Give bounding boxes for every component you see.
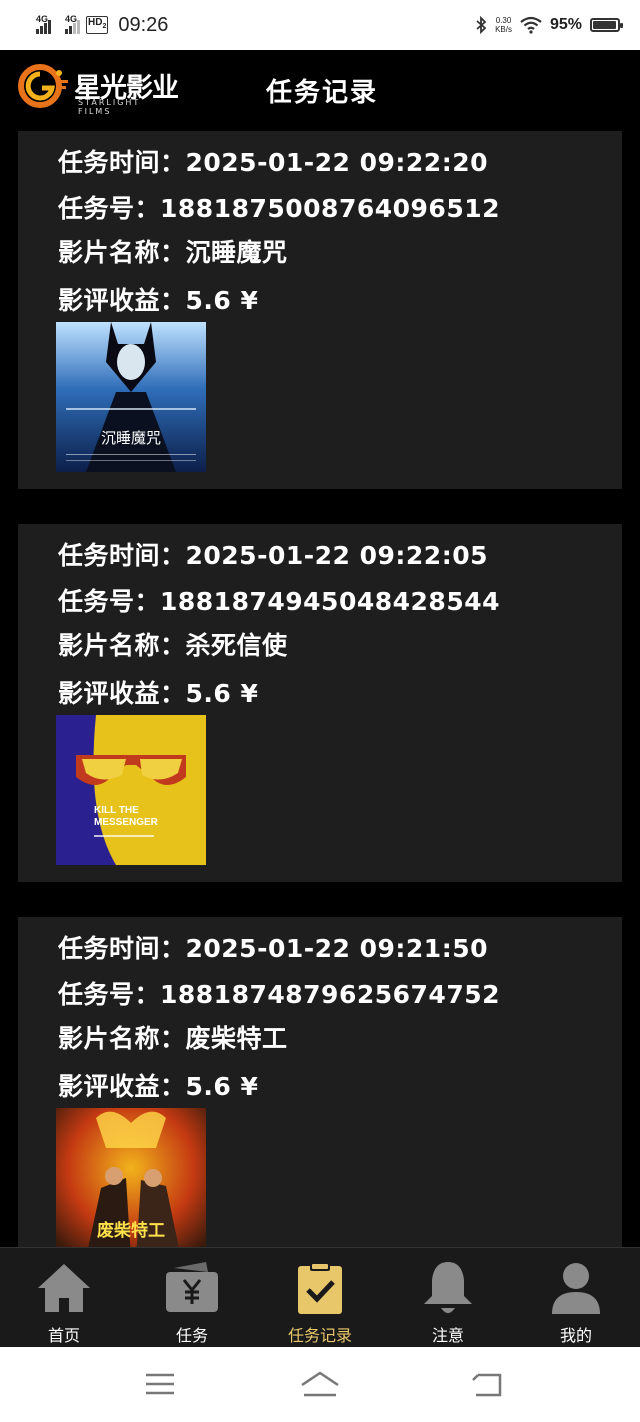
- wifi-icon: [520, 16, 542, 34]
- review-income: 影评收益：5.6 ¥: [58, 1072, 259, 1101]
- clipboard-check-icon: [298, 1262, 342, 1314]
- poster-caption: 废柴特工: [97, 1220, 165, 1241]
- poster-image: 废柴特工: [56, 1108, 206, 1247]
- app-header: 星光影业 STARLIGHT FILMS 任务记录: [0, 50, 640, 130]
- bottom-nav: 首页 任务 任务记录 注意 我的: [0, 1247, 640, 1348]
- menu-icon[interactable]: [140, 1367, 180, 1401]
- task-time: 任务时间：2025-01-22 09:22:20: [58, 148, 488, 177]
- system-nav-bar: [0, 1347, 640, 1422]
- home-button-icon[interactable]: [300, 1367, 340, 1401]
- bluetooth-icon: [476, 16, 487, 34]
- film-name: 影片名称：废柴特工: [58, 1024, 288, 1053]
- status-bar: 4G 4G HD2 09:26 0.30 KB/s 95%: [0, 0, 640, 50]
- hd-label: HD: [88, 17, 103, 28]
- task-id: 任务号：1881874879625674752: [58, 980, 501, 1009]
- task-id: 任务号：1881875008764096512: [58, 194, 501, 223]
- clock: 09:26: [118, 13, 169, 36]
- wallet-yen-icon: [166, 1262, 218, 1312]
- battery-fill: [593, 21, 616, 29]
- speed-value: 0.30: [495, 16, 512, 25]
- poster-image: KILL THE MESSENGER: [56, 715, 206, 865]
- poster-caption-line-2: MESSENGER: [94, 817, 159, 828]
- signal-icon: 4G: [65, 14, 80, 34]
- movie-poster[interactable]: KILL THE MESSENGER: [56, 715, 206, 865]
- poster-caption: 沉睡魔咒: [101, 429, 161, 447]
- page-title: 任务记录: [265, 78, 378, 108]
- nav-item-mine[interactable]: 我的: [512, 1248, 640, 1348]
- signal-icon: 4G: [36, 14, 51, 34]
- review-income: 影评收益：5.6 ¥: [58, 679, 259, 708]
- user-icon: [552, 1263, 600, 1314]
- movie-poster[interactable]: 沉睡魔咒: [56, 322, 206, 472]
- nav-label-notice: 注意: [431, 1326, 464, 1345]
- task-time: 任务时间：2025-01-22 09:21:50: [58, 934, 488, 963]
- nav-item-notice[interactable]: 注意: [384, 1248, 512, 1348]
- poster-caption-line-1: KILL THE: [94, 805, 139, 816]
- nav-label-task: 任务: [175, 1326, 208, 1345]
- bell-icon: [424, 1262, 472, 1313]
- film-name: 影片名称：杀死信使: [58, 631, 288, 660]
- poster-image: 沉睡魔咒: [56, 322, 206, 472]
- hd-voice-icon: HD2: [86, 16, 109, 34]
- task-record-card[interactable]: 任务时间：2025-01-22 09:22:05 任务号：18818749450…: [18, 524, 622, 882]
- home-icon: [38, 1264, 90, 1312]
- network-speed: 0.30 KB/s: [495, 16, 512, 34]
- network-type-2: 4G: [65, 14, 78, 24]
- task-time: 任务时间：2025-01-22 09:22:05: [58, 541, 488, 570]
- task-record-card[interactable]: 任务时间：2025-01-22 09:21:50 任务号：18818748796…: [18, 917, 622, 1247]
- nav-label-mine: 我的: [559, 1326, 592, 1345]
- battery-percent: 95%: [549, 16, 582, 33]
- battery-icon: [590, 18, 623, 32]
- review-income: 影评收益：5.6 ¥: [58, 286, 259, 315]
- task-record-list[interactable]: 任务时间：2025-01-22 09:22:20 任务号：18818750087…: [0, 130, 640, 1247]
- back-icon[interactable]: [468, 1367, 508, 1401]
- task-record-card[interactable]: 任务时间：2025-01-22 09:22:20 任务号：18818750087…: [18, 131, 622, 489]
- hd-sub-label: 2: [102, 23, 107, 30]
- nav-item-home[interactable]: 首页: [0, 1248, 128, 1348]
- film-name: 影片名称：沉睡魔咒: [58, 238, 288, 267]
- nav-label-home: 首页: [47, 1326, 80, 1345]
- nav-item-task-record[interactable]: 任务记录: [256, 1248, 384, 1348]
- network-type-1: 4G: [36, 14, 49, 24]
- nav-item-task[interactable]: 任务: [128, 1248, 256, 1348]
- movie-poster[interactable]: 废柴特工: [56, 1108, 206, 1247]
- task-id: 任务号：1881874945048428544: [58, 587, 501, 616]
- speed-unit: KB/s: [495, 25, 512, 34]
- nav-label-task-record: 任务记录: [287, 1326, 352, 1345]
